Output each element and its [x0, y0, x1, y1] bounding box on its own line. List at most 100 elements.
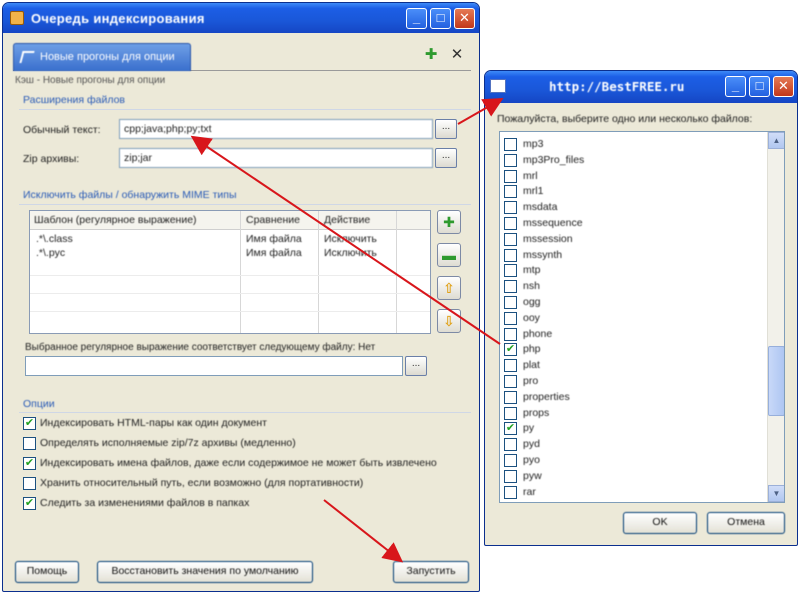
list-item-label: mssynth	[523, 248, 563, 261]
checkbox[interactable]	[504, 311, 517, 325]
checkbox[interactable]	[504, 138, 517, 151]
checkbox[interactable]	[504, 327, 517, 341]
collapse-icon[interactable]: ✕	[449, 47, 465, 63]
checkbox[interactable]	[504, 264, 517, 278]
zip-extensions-input[interactable]: zip;jar	[119, 148, 433, 168]
table-row[interactable]: .*\.pyc Имя файла Исключить	[30, 247, 430, 261]
checkbox[interactable]: ✔	[23, 457, 36, 470]
close-button[interactable]: ✕	[454, 8, 475, 29]
list-item-label: ooy	[523, 311, 540, 324]
checkbox[interactable]: ✔	[504, 422, 517, 436]
checkbox[interactable]	[504, 375, 517, 388]
list-scrollbar[interactable]: ▲ ▼	[767, 132, 784, 502]
column-header-action[interactable]: Действие	[324, 214, 370, 226]
option-label: Индексировать имена файлов, даже если со…	[40, 457, 437, 469]
ok-button[interactable]: OK	[623, 512, 697, 534]
scroll-thumb[interactable]	[768, 346, 784, 416]
zip-label: Zip архивы:	[23, 153, 80, 165]
close-button[interactable]: ✕	[773, 76, 794, 97]
checkbox[interactable]	[504, 406, 517, 420]
row-match: Имя файла	[246, 247, 302, 259]
minimize-button[interactable]: _	[406, 8, 427, 29]
checkbox[interactable]: ✔	[23, 417, 36, 430]
regex-test-input[interactable]	[25, 356, 403, 376]
main-title-bar[interactable]: Очередь индексирования _ □ ✕	[3, 3, 479, 33]
minimize-button[interactable]: _	[725, 76, 746, 97]
zip-browse-button[interactable]: ...	[435, 148, 457, 168]
file-types-dialog: http://BestFREE.ru _ □ ✕ Пожалуйста, выб…	[484, 70, 798, 546]
checkbox[interactable]	[504, 359, 517, 373]
arrow-down-icon: ⇩	[443, 313, 455, 329]
maximize-button[interactable]: □	[749, 76, 770, 97]
column-header-pattern[interactable]: Шаблон (регулярное выражение)	[34, 214, 197, 226]
tab-new-runs[interactable]: Новые прогоны для опции	[13, 43, 191, 71]
tab-strip: Новые прогоны для опции	[13, 43, 471, 71]
list-item-label: msdata	[523, 201, 558, 214]
move-down-button[interactable]: ⇩	[437, 309, 461, 333]
list-item-label: props	[523, 406, 550, 419]
list-item-label: php	[523, 343, 541, 356]
checkbox[interactable]	[504, 201, 517, 215]
row-divider	[30, 275, 430, 276]
picker-title: http://BestFREE.ru	[549, 79, 685, 94]
row-action: Исключить	[324, 233, 377, 245]
picker-prompt: Пожалуйста, выберите одно или несколько …	[497, 113, 753, 125]
arrow-up-icon: ⇧	[443, 280, 455, 296]
checkbox[interactable]: ✔	[23, 497, 36, 510]
list-item-label: pro	[523, 375, 539, 387]
checkbox[interactable]	[504, 454, 517, 467]
checkbox[interactable]	[504, 169, 517, 183]
scroll-up-arrow[interactable]: ▲	[768, 132, 784, 149]
picker-title-bar[interactable]: http://BestFREE.ru _ □ ✕	[485, 71, 797, 103]
add-icon[interactable]: ✚	[423, 47, 439, 63]
list-item-label: nsh	[523, 280, 540, 293]
plain-text-browse-button[interactable]: ...	[435, 119, 457, 139]
option-label: Следить за изменениями файлов в папках	[40, 497, 250, 509]
list-item-label: ogg	[523, 296, 541, 308]
list-item-label: mssequence	[523, 217, 583, 229]
checkbox[interactable]	[504, 248, 517, 262]
app-icon	[10, 11, 24, 25]
scroll-down-arrow[interactable]: ▼	[768, 485, 784, 502]
exclude-rules-table[interactable]: Шаблон (регулярное выражение) Сравнение …	[29, 210, 431, 334]
file-type-list[interactable]: mp3 mp3Pro_files mrl mrl1 msdata mssequence ms…	[499, 131, 785, 503]
window-title: Очередь индексирования	[31, 11, 205, 26]
plain-text-extensions-input[interactable]: cpp;java;php;py;txt	[119, 119, 433, 139]
remove-rule-button[interactable]: ▬	[437, 243, 461, 267]
row-action: Исключить	[324, 247, 377, 259]
list-item-label: mrl1	[523, 185, 544, 198]
move-up-button[interactable]: ⇧	[437, 276, 461, 300]
restore-defaults-button[interactable]: Восстановить значения по умолчанию	[97, 561, 313, 583]
checkbox[interactable]	[504, 232, 517, 246]
table-row[interactable]: .*\.class Имя файла Исключить	[30, 233, 430, 247]
help-button[interactable]: Помощь	[15, 561, 79, 583]
list-item-label: pyw	[523, 469, 542, 482]
checkbox[interactable]	[504, 296, 517, 309]
tab-label: Новые прогоны для опции	[40, 51, 175, 63]
cancel-button[interactable]: Отмена	[707, 512, 785, 534]
checkbox[interactable]	[504, 485, 517, 499]
list-item-label: mtp	[523, 264, 541, 277]
regex-browse-button[interactable]: ...	[405, 356, 427, 376]
checkbox[interactable]: ✔	[504, 343, 517, 357]
run-button[interactable]: Запустить	[393, 561, 469, 583]
checkbox[interactable]	[504, 185, 517, 199]
checkbox[interactable]	[504, 153, 517, 167]
checkbox[interactable]	[504, 469, 517, 483]
list-item-label: py	[523, 422, 535, 435]
list-item-label: mssession	[523, 232, 573, 245]
checkbox[interactable]	[504, 390, 517, 404]
checkbox[interactable]	[23, 477, 36, 490]
list-item-label: mp3Pro_files	[523, 153, 585, 166]
column-header-match[interactable]: Сравнение	[246, 214, 300, 226]
checkbox[interactable]	[23, 437, 36, 450]
add-rule-button[interactable]: ✚	[437, 210, 461, 234]
plus-icon: ✚	[443, 214, 455, 230]
table-header: Шаблон (регулярное выражение) Сравнение …	[30, 211, 430, 230]
maximize-button[interactable]: □	[430, 8, 451, 29]
window-icon	[490, 79, 506, 93]
checkbox[interactable]	[504, 280, 517, 294]
checkbox[interactable]	[504, 438, 517, 452]
checkbox[interactable]	[504, 217, 517, 230]
tab-icon	[19, 51, 35, 63]
